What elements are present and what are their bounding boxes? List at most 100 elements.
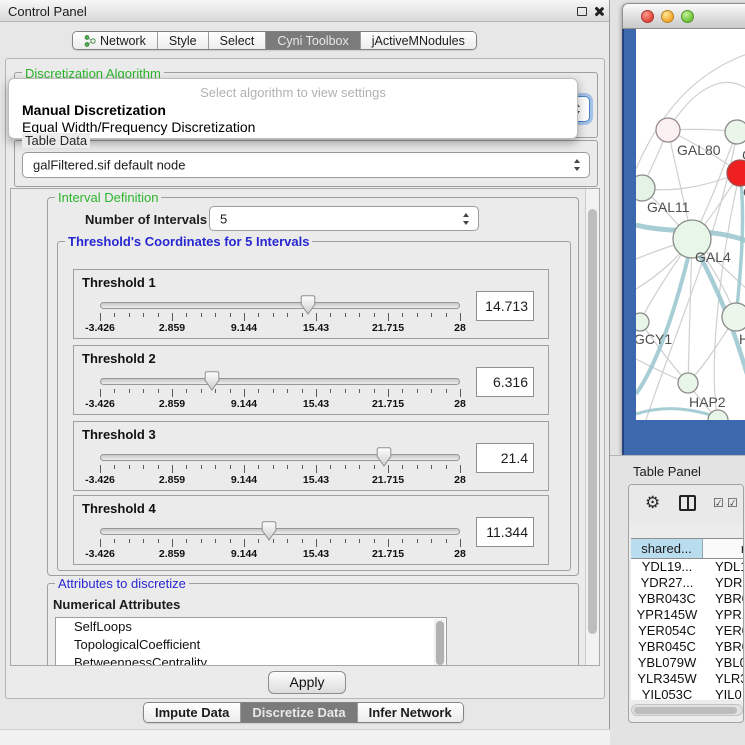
- threshold-2-value-field[interactable]: 6.316: [476, 367, 534, 397]
- checkbox-icon[interactable]: ☑: [713, 496, 724, 510]
- checkbox-icon[interactable]: ☑: [727, 496, 738, 510]
- tick-mark: [359, 465, 360, 469]
- window-zoom-button[interactable]: [681, 10, 694, 23]
- network-node[interactable]: [656, 118, 680, 142]
- network-node[interactable]: [727, 160, 745, 186]
- tick-mark: [215, 465, 216, 469]
- tick-mark: [172, 313, 173, 321]
- threshold-4-value-field[interactable]: 11.344: [476, 517, 534, 547]
- table-row[interactable]: YLR345WYLR3...: [631, 671, 744, 687]
- table-row[interactable]: YER054CYER0...: [631, 623, 744, 639]
- tab-cyni-toolbox[interactable]: Cyni Toolbox: [265, 32, 359, 49]
- tick-mark: [446, 313, 447, 317]
- table-row[interactable]: YBR043CYBR0...: [631, 591, 744, 607]
- gear-icon[interactable]: ⚙: [645, 493, 660, 513]
- tick-label: 28: [454, 474, 466, 486]
- tab-impute-data[interactable]: Impute Data: [144, 703, 240, 722]
- tick-mark: [388, 465, 389, 473]
- column-header-name[interactable]: n...: [703, 539, 744, 558]
- table-row[interactable]: YDL19...YDL1...: [631, 559, 744, 575]
- network-canvas[interactable]: GAL80GACGAL11GAL4GCY1HHAP2: [636, 29, 745, 420]
- close-icon[interactable]: [593, 6, 604, 17]
- threshold-1-value-field[interactable]: 14.713: [476, 291, 534, 321]
- tick-mark: [302, 313, 303, 317]
- tick-mark: [143, 389, 144, 393]
- threshold-3-value-field[interactable]: 21.4: [476, 443, 534, 473]
- tab-discretize-data[interactable]: Discretize Data: [240, 703, 356, 722]
- cell-name: YIL0...: [703, 687, 744, 700]
- tab-style[interactable]: Style: [157, 32, 208, 49]
- tick-mark: [417, 539, 418, 543]
- network-view-window: GAL80GACGAL11GAL4GCY1HHAP2: [622, 3, 745, 455]
- tick-mark: [186, 313, 187, 317]
- tick-mark: [388, 313, 389, 321]
- settings-scrollbar-thumb[interactable]: [588, 209, 597, 634]
- tick-mark: [359, 313, 360, 317]
- threshold-1-slider[interactable]: [100, 302, 460, 309]
- tab-label: Infer Network: [369, 705, 452, 720]
- threshold-4-slider-thumb[interactable]: [261, 521, 277, 541]
- interval-definition-label: Interval Definition: [55, 190, 161, 205]
- network-node[interactable]: [725, 120, 745, 144]
- tab-select[interactable]: Select: [208, 32, 266, 49]
- threshold-2-slider-thumb[interactable]: [204, 371, 220, 391]
- network-icon: [84, 35, 96, 47]
- list-item[interactable]: SelfLoops: [56, 618, 446, 636]
- tick-mark: [100, 389, 101, 397]
- combo-arrows-icon: [462, 213, 471, 225]
- tick-label: -3.426: [85, 398, 115, 410]
- tick-mark: [186, 389, 187, 393]
- algorithm-option-manual[interactable]: Manual Discretization: [22, 102, 166, 118]
- threshold-3-panel: Threshold 3 -3.4262.8599.14415.4321.7152…: [73, 421, 549, 491]
- algorithm-hint: Select algorithm to view settings: [9, 85, 577, 100]
- table-row[interactable]: YBR045CYBR0...: [631, 639, 744, 655]
- tick-label: 15.43: [303, 322, 329, 334]
- table-data-combobox[interactable]: galFiltered.sif default node: [22, 152, 590, 178]
- tab-label: Network: [100, 34, 146, 48]
- network-node[interactable]: [722, 303, 745, 331]
- network-node[interactable]: [678, 373, 698, 393]
- number-of-intervals-combobox[interactable]: 5: [209, 206, 479, 231]
- tick-label: 15.43: [303, 398, 329, 410]
- threshold-3-slider-thumb[interactable]: [376, 447, 392, 467]
- settings-scrollbar[interactable]: [585, 189, 599, 665]
- table-panel: Table Panel ⚙ ☑ ☑ shared... n... YDL19..…: [610, 455, 745, 745]
- float-window-icon[interactable]: [577, 7, 587, 16]
- cell-shared-name: YBR045C: [631, 639, 703, 655]
- apply-button[interactable]: Apply: [268, 671, 346, 694]
- tick-mark: [431, 465, 432, 469]
- table-row[interactable]: YDR27...YDR2...: [631, 575, 744, 591]
- tick-mark: [201, 389, 202, 393]
- tab-network[interactable]: Network: [73, 32, 157, 49]
- list-scrollbar[interactable]: [434, 619, 445, 666]
- slider-tick-labels: -3.4262.8599.14415.4321.71528: [100, 322, 460, 335]
- list-item[interactable]: BetweennessCentrality: [56, 654, 446, 666]
- list-item[interactable]: TopologicalCoefficient: [56, 636, 446, 654]
- threshold-3-slider[interactable]: [100, 454, 460, 461]
- columns-icon[interactable]: [679, 495, 696, 511]
- tick-mark: [273, 389, 274, 393]
- window-close-button[interactable]: [641, 10, 654, 23]
- column-header-shared-name[interactable]: shared...: [631, 539, 703, 558]
- tick-mark: [402, 389, 403, 393]
- threshold-1-slider-thumb[interactable]: [300, 295, 316, 315]
- node-label: GAL80: [677, 142, 721, 158]
- cell-shared-name: YPR145W: [631, 607, 703, 623]
- threshold-2-slider[interactable]: [100, 378, 460, 385]
- window-minimize-button[interactable]: [661, 10, 674, 23]
- tick-label: 21.715: [372, 398, 404, 410]
- tab-jactivemnodules[interactable]: jActiveMNodules: [360, 32, 476, 49]
- tab-infer-network[interactable]: Infer Network: [357, 703, 463, 722]
- table-row[interactable]: YIL053CYIL0...: [631, 687, 744, 700]
- table-row[interactable]: YPR145WYPR1...: [631, 607, 744, 623]
- tab-label: Impute Data: [155, 705, 229, 720]
- tick-mark: [230, 539, 231, 543]
- table-row[interactable]: YBL079WYBL0...: [631, 655, 744, 671]
- table-hscrollbar[interactable]: [631, 704, 743, 716]
- threshold-4-slider[interactable]: [100, 528, 460, 535]
- network-edge-thick[interactable]: [736, 173, 743, 317]
- tick-mark: [186, 539, 187, 543]
- network-node[interactable]: [636, 175, 655, 201]
- threshold-4-label: Threshold 4: [82, 501, 156, 516]
- network-node[interactable]: [636, 313, 649, 331]
